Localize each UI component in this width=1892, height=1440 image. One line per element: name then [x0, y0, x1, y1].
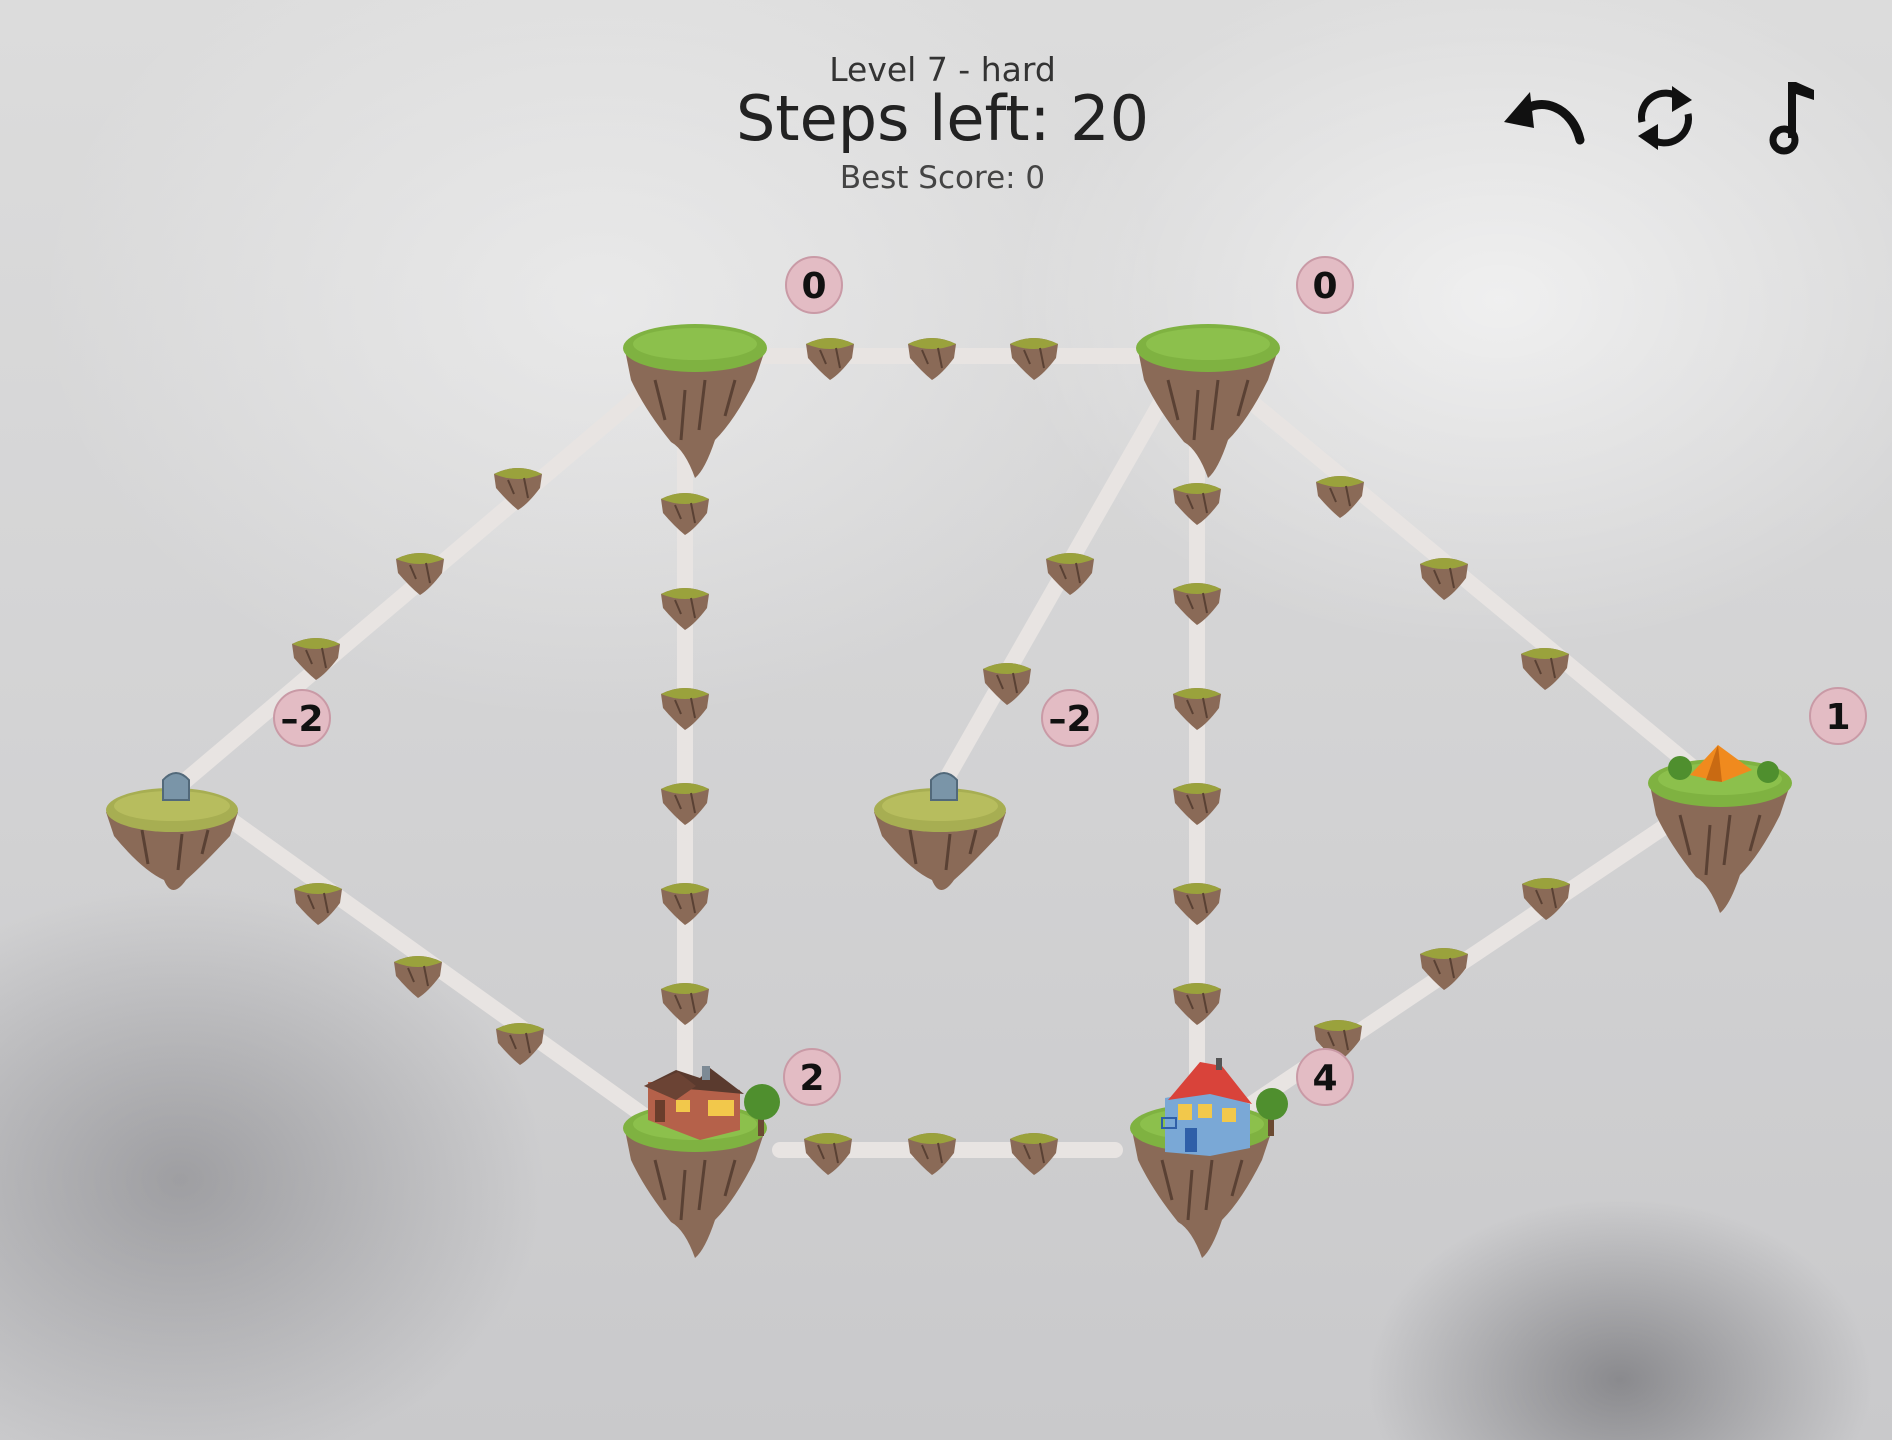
badge-tent: 1 [1809, 687, 1867, 745]
stepping-stone [660, 587, 710, 631]
stepping-stone [660, 492, 710, 536]
top-left-island[interactable] [621, 322, 769, 480]
badge-top-right: 0 [1296, 256, 1354, 314]
stepping-stone [293, 882, 343, 926]
stepping-stone [907, 1132, 957, 1176]
tent-island[interactable] [1646, 745, 1794, 915]
stepping-stone [1172, 482, 1222, 526]
badge-value: 0 [1312, 266, 1337, 307]
stepping-stone [1419, 557, 1469, 601]
stepping-stone [660, 982, 710, 1026]
badge-blue-house: 4 [1296, 1048, 1354, 1106]
badge-value: 1 [1825, 697, 1850, 738]
stepping-stone [805, 337, 855, 381]
stepping-stone [1009, 1132, 1059, 1176]
stepping-stone [1315, 475, 1365, 519]
stepping-stone [660, 882, 710, 926]
stepping-stone [1172, 782, 1222, 826]
badge-value: –2 [280, 699, 323, 740]
badge-brick-house: 2 [783, 1048, 841, 1106]
stepping-stone [803, 1132, 853, 1176]
badge-value: 0 [801, 266, 826, 307]
badge-value: –2 [1048, 699, 1091, 740]
badge-value: 2 [799, 1058, 824, 1099]
stepping-stone [1520, 647, 1570, 691]
center-grave-island[interactable] [872, 772, 1008, 892]
left-grave-island[interactable] [104, 772, 240, 892]
stepping-stones [291, 337, 1571, 1176]
badge-value: 4 [1312, 1058, 1337, 1099]
gravestone-icon [930, 772, 958, 801]
badge-top-left: 0 [785, 256, 843, 314]
blue-house-icon [1161, 1058, 1252, 1156]
badge-left-grave: –2 [273, 689, 331, 747]
stepping-stone [660, 782, 710, 826]
brick-house-island[interactable] [621, 1066, 780, 1260]
stepping-stone [1172, 882, 1222, 926]
stepping-stone [1009, 337, 1059, 381]
stepping-stone [1172, 687, 1222, 731]
stepping-stone [495, 1022, 545, 1066]
game-board[interactable]: 0 0 –2 –2 1 2 4 [0, 0, 1892, 1440]
stepping-stone [1172, 982, 1222, 1026]
stepping-stone [660, 687, 710, 731]
stepping-stone [393, 955, 443, 999]
badge-center-grave: –2 [1041, 689, 1099, 747]
stepping-stone [1172, 582, 1222, 626]
gravestone-icon [162, 772, 190, 801]
stepping-stone [907, 337, 957, 381]
path-network [164, 348, 1728, 1158]
